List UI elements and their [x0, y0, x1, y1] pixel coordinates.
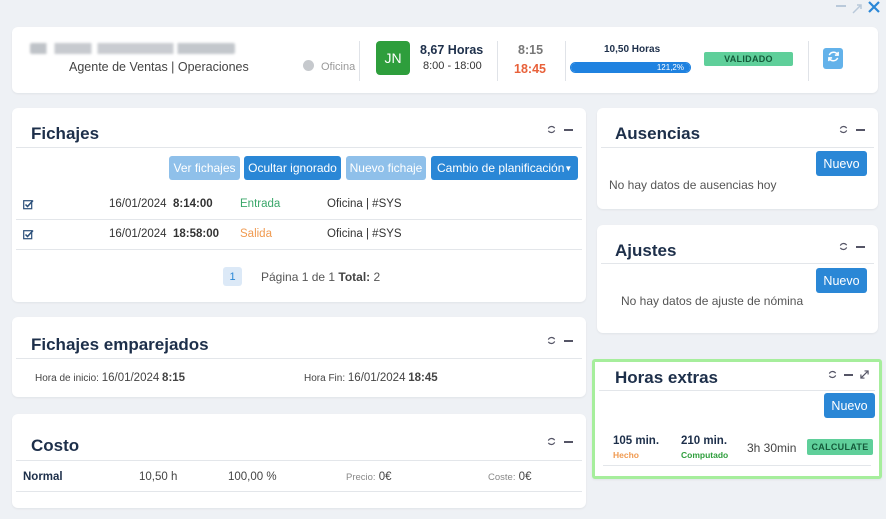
extras-computed-value: 210 min. — [681, 435, 728, 447]
ver-fichajes-button[interactable]: Ver fichajes — [169, 156, 240, 180]
fichajes-card: Fichajes Ver fichajes Ocultar ignorado N… — [12, 108, 586, 302]
collapse-icon[interactable] — [856, 129, 865, 131]
fichaje-source: Oficina | #SYS — [327, 228, 402, 240]
expand-icon[interactable] — [852, 1, 862, 14]
window-controls — [836, 0, 880, 14]
price-label: Precio: — [346, 472, 376, 483]
price-value: 0€ — [378, 471, 392, 483]
emparejados-title: Fichajes emparejados — [31, 335, 209, 354]
reload-icon[interactable] — [828, 369, 837, 381]
emparejados-card: Fichajes emparejados Hora de inicio: 16/… — [12, 317, 586, 397]
start-label: Hora de inicio: — [35, 373, 99, 384]
collapse-icon[interactable] — [844, 374, 853, 376]
cambio-planificacion-label: Cambio de planificación — [437, 161, 565, 175]
end-label: Hora Fin: — [304, 373, 346, 384]
minimize-icon[interactable] — [836, 5, 846, 7]
end-time: 18:45 — [408, 372, 438, 384]
ajustes-nuevo-button[interactable]: Nuevo — [816, 268, 867, 293]
costo-title: Costo — [31, 436, 80, 455]
worked-progress-bar: 121,2% — [570, 62, 691, 73]
extras-done-label: Hecho — [613, 450, 639, 460]
horas-extras-card: Horas extras Nuevo 105 min. Hecho 210 mi… — [592, 359, 882, 479]
worked-hours: 10,50 Horas — [604, 44, 661, 55]
collapse-icon[interactable] — [564, 129, 573, 131]
table-row: 16/01/2024 8:14:00 Entrada Oficina | #SY… — [16, 191, 582, 220]
fichaje-time: 18:58:00 — [173, 228, 220, 240]
costo-label: Normal — [23, 471, 63, 483]
ausencias-title: Ausencias — [615, 124, 701, 143]
pagination-page-1[interactable]: 1 — [223, 267, 242, 286]
hours-total: 8,67 Horas — [420, 43, 484, 57]
costo-card: Costo Normal 10,50 h 100,00 % Precio: 0€… — [12, 414, 586, 508]
cambio-planificacion-dropdown[interactable]: Cambio de planificación ▼ — [431, 156, 578, 180]
calculate-button[interactable]: CALCULATE — [807, 439, 873, 455]
pagination-summary: Página 1 de 1 Total: 2 — [261, 270, 380, 284]
collapse-icon[interactable] — [856, 246, 865, 248]
fichaje-time: 8:14:00 — [173, 198, 213, 210]
costo-percent: 100,00 % — [228, 471, 277, 483]
end-date: 16/01/2024 — [347, 372, 406, 384]
ausencias-nuevo-button[interactable]: Nuevo — [816, 151, 867, 176]
employee-role: Agente de Ventas | Operaciones — [69, 60, 249, 74]
checkbox-checked-icon[interactable] — [23, 197, 34, 215]
reload-icon[interactable] — [839, 124, 848, 136]
employee-header: Agente de Ventas | Operaciones Oficina J… — [12, 27, 878, 93]
emparejado-end: Hora Fin: 16/01/2024 18:45 — [304, 372, 438, 384]
nuevo-fichaje-button[interactable]: Nuevo fichaje — [346, 156, 426, 180]
fichajes-title: Fichajes — [31, 124, 100, 143]
collapse-icon[interactable] — [564, 441, 573, 443]
clock-out-time: 18:45 — [514, 62, 546, 76]
avatar: JN — [376, 41, 410, 75]
costo-price: Precio: 0€ — [346, 471, 392, 483]
worked-progress-label: 121,2% — [656, 63, 684, 72]
close-icon[interactable] — [868, 0, 880, 13]
extras-computed-label: Computado — [681, 450, 729, 460]
start-date: 16/01/2024 — [101, 372, 160, 384]
costo-row: Normal 10,50 h 100,00 % Precio: 0€ Coste… — [16, 463, 582, 492]
expand-icon[interactable] — [860, 369, 869, 381]
extras-done-value: 105 min. — [613, 435, 660, 447]
checkbox-checked-icon[interactable] — [23, 227, 34, 245]
ajustes-card: Ajustes Nuevo No hay datos de ajuste de … — [597, 225, 878, 333]
costo-cost: Coste: 0€ — [488, 471, 531, 483]
fichaje-source: Oficina | #SYS — [327, 198, 402, 210]
clock-in-time: 8:15 — [518, 43, 544, 57]
fichaje-type: Entrada — [240, 198, 281, 210]
horas-extras-nuevo-button[interactable]: Nuevo — [824, 393, 875, 418]
cost-label: Coste: — [488, 472, 516, 483]
pagination-total-value: 2 — [373, 270, 381, 284]
fichaje-date: 16/01/2024 — [109, 198, 167, 210]
extras-duration: 3h 30min — [747, 441, 797, 455]
ajustes-title: Ajustes — [615, 241, 677, 260]
schedule-range: 8:00 - 18:00 — [423, 60, 482, 72]
reload-icon[interactable] — [839, 241, 848, 253]
ajustes-empty: No hay datos de ajuste de nómina — [621, 294, 804, 308]
fichaje-date: 16/01/2024 — [109, 228, 167, 240]
fichaje-type: Salida — [240, 228, 272, 240]
pagination-total-label: Total: — [338, 270, 371, 284]
reload-icon[interactable] — [547, 124, 556, 136]
chevron-down-icon: ▼ — [564, 163, 573, 173]
employee-name-blurred — [30, 43, 235, 54]
location-status-dot — [303, 60, 314, 71]
refresh-button[interactable] — [823, 48, 843, 69]
ausencias-card: Ausencias Nuevo No hay datos de ausencia… — [597, 108, 878, 209]
start-time: 8:15 — [162, 372, 186, 384]
emparejado-start: Hora de inicio: 16/01/2024 8:15 — [35, 372, 185, 384]
refresh-icon — [827, 50, 840, 68]
cost-value: 0€ — [518, 471, 532, 483]
costo-hours: 10,50 h — [139, 471, 178, 483]
reload-icon[interactable] — [547, 436, 556, 448]
table-row: 16/01/2024 18:58:00 Salida Oficina | #SY… — [16, 221, 582, 250]
location-label: Oficina — [321, 61, 356, 73]
status-badge: VALIDADO — [704, 52, 793, 66]
pagination-pages: Página 1 de 1 — [261, 270, 336, 284]
reload-icon[interactable] — [547, 335, 556, 347]
ausencias-empty: No hay datos de ausencias hoy — [609, 178, 777, 192]
horas-extras-title: Horas extras — [615, 368, 719, 387]
collapse-icon[interactable] — [564, 340, 573, 342]
ocultar-ignorado-button[interactable]: Ocultar ignorado — [244, 156, 341, 180]
